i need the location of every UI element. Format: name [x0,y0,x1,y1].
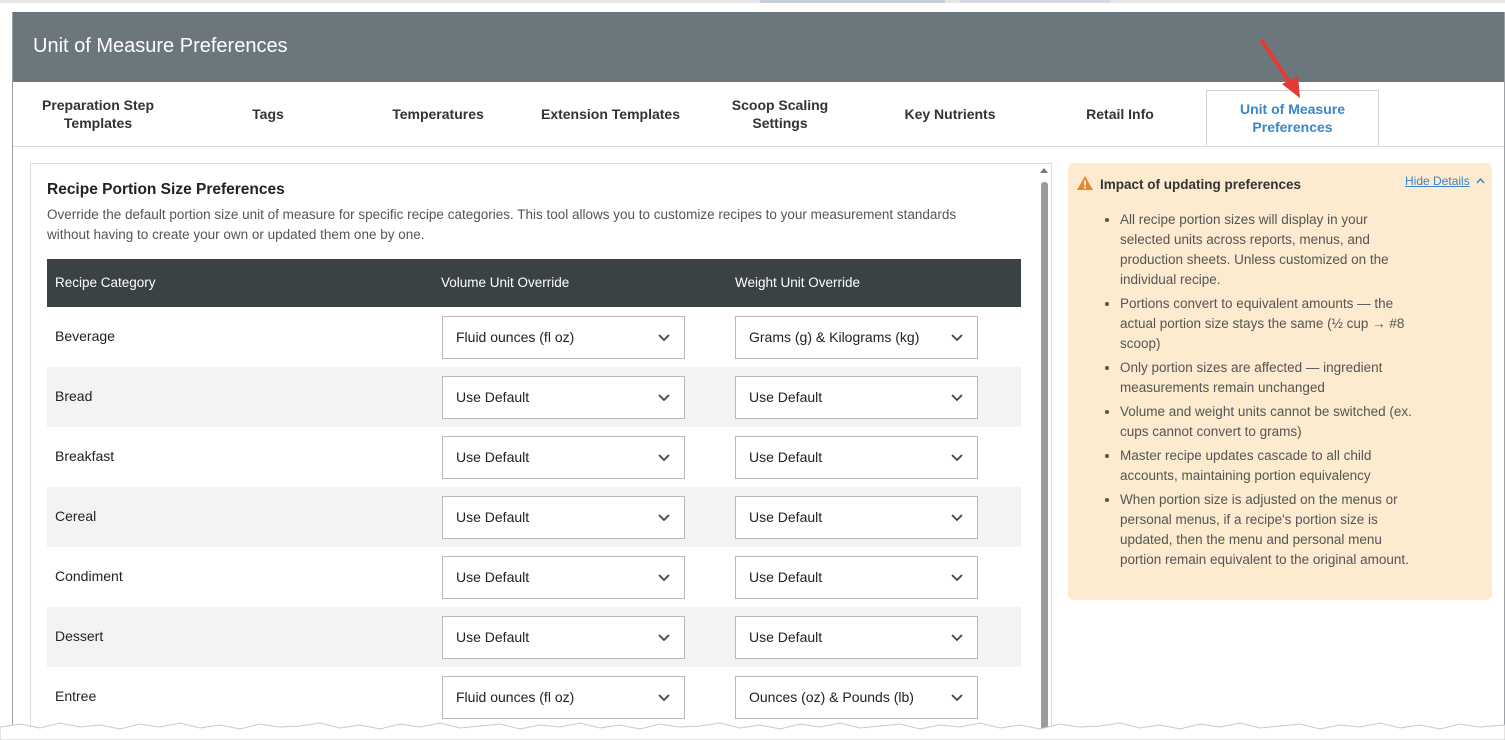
select-value: Use Default [456,629,530,645]
column-header-category: Recipe Category [55,275,156,290]
tab-unit-of-measure-preferences[interactable]: Unit of Measure Preferences [1206,90,1379,146]
warning-triangle-icon [1077,176,1093,190]
category-name: Entree [55,688,97,704]
chevron-down-icon [658,574,670,582]
select-value: Use Default [749,629,823,645]
list-item: When portion size is adjusted on the men… [1120,490,1420,570]
select-value: Use Default [456,509,530,525]
select-value: Use Default [456,449,530,465]
scrollbar-thumb[interactable] [1041,182,1048,740]
list-item: Portions convert to equivalent amounts —… [1120,294,1420,354]
recipe-portion-panel: Recipe Portion Size Preferences Override… [30,163,1052,740]
weight-unit-select[interactable]: Ounces (oz) & Pounds (lb) [735,676,978,719]
tab-label: Tags [252,106,284,122]
info-title: Impact of updating preferences [1100,177,1302,192]
list-item: All recipe portion sizes will display in… [1120,210,1420,290]
chevron-down-icon [658,394,670,402]
weight-unit-select[interactable]: Use Default [735,436,978,479]
select-value: Use Default [749,389,823,405]
select-value: Use Default [749,569,823,585]
chevron-down-icon [658,334,670,342]
chevron-down-icon [951,634,963,642]
volume-unit-select[interactable]: Use Default [442,556,685,599]
tab-label: Retail Info [1086,106,1154,122]
chevron-down-icon [951,694,963,702]
select-value: Ounces (oz) & Pounds (lb) [749,689,914,705]
category-name: Cereal [55,508,97,524]
table-row: Dessert Use Default Use Default [47,607,1021,667]
volume-unit-select[interactable]: Fluid ounces (fl oz) [442,676,685,719]
table-header: Recipe Category Volume Unit Override Wei… [47,259,1021,307]
select-value: Fluid ounces (fl oz) [456,329,575,345]
category-name: Breakfast [55,448,115,464]
weight-unit-select[interactable]: Use Default [735,376,978,419]
category-name: Bread [55,388,93,404]
tab-temperatures[interactable]: Temperatures [358,82,518,146]
tab-extension-templates[interactable]: Extension Templates [528,82,693,146]
volume-unit-select[interactable]: Use Default [442,616,685,659]
tab-label: Preparation Step Templates [41,97,155,131]
tab-preparation-step-templates[interactable]: Preparation Step Templates [18,82,178,146]
section-title: Recipe Portion Size Preferences [47,181,285,198]
category-name: Beverage [55,328,115,344]
preferences-table: Recipe Category Volume Unit Override Wei… [47,259,1021,727]
table-row: Beverage Fluid ounces (fl oz) Grams (g) … [47,307,1021,367]
select-value: Use Default [749,509,823,525]
chevron-down-icon [951,454,963,462]
tab-label: Temperatures [392,106,484,122]
select-value: Fluid ounces (fl oz) [456,689,575,705]
chevron-down-icon [951,334,963,342]
weight-unit-select[interactable]: Grams (g) & Kilograms (kg) [735,316,978,359]
hide-details-link[interactable]: Hide Details [1405,174,1470,188]
chevron-down-icon [658,454,670,462]
table-row: Cereal Use Default Use Default [47,487,1021,547]
torn-edge [0,722,1505,740]
volume-unit-select[interactable]: Use Default [442,376,685,419]
chevron-down-icon [951,394,963,402]
page-title: Unit of Measure Preferences [33,35,288,57]
volume-unit-select[interactable]: Use Default [442,436,685,479]
select-value: Use Default [456,389,530,405]
tab-label: Unit of Measure Preferences [1239,101,1345,135]
chevron-down-icon [951,514,963,522]
list-item: Master recipe updates cascade to all chi… [1120,446,1420,486]
chevron-down-icon [658,634,670,642]
impact-list: All recipe portion sizes will display in… [1098,210,1420,574]
chevron-down-icon [658,694,670,702]
tab-label: Scoop Scaling Settings [731,97,829,131]
tab-retail-info[interactable]: Retail Info [1040,82,1200,146]
weight-unit-select[interactable]: Use Default [735,496,978,539]
chevron-down-icon [658,514,670,522]
list-item: Volume and weight units cannot be switch… [1120,402,1420,442]
select-value: Use Default [456,569,530,585]
tab-key-nutrients[interactable]: Key Nutrients [870,82,1030,146]
red-arrow-icon [1260,39,1300,98]
chevron-down-icon [951,574,963,582]
impact-info-box: Impact of updating preferences Hide Deta… [1068,163,1492,600]
volume-unit-select[interactable]: Use Default [442,496,685,539]
column-header-weight: Weight Unit Override [735,275,861,290]
section-description: Override the default portion size unit o… [47,207,957,242]
column-header-volume: Volume Unit Override [441,275,570,290]
window-top-edge [0,0,1505,3]
table-row: Breakfast Use Default Use Default [47,427,1021,487]
category-name: Dessert [55,628,104,644]
tab-tags[interactable]: Tags [188,82,348,146]
table-row: Condiment Use Default Use Default [47,547,1021,607]
tab-label: Key Nutrients [904,106,996,122]
volume-unit-select[interactable]: Fluid ounces (fl oz) [442,316,685,359]
weight-unit-select[interactable]: Use Default [735,556,978,599]
select-value: Grams (g) & Kilograms (kg) [749,329,920,345]
scroll-up-arrow-icon[interactable] [1040,168,1048,173]
category-name: Condiment [55,568,123,584]
weight-unit-select[interactable]: Use Default [735,616,978,659]
panel-scrollbar[interactable] [1038,164,1050,740]
app-frame: Unit of Measure Preferences Preparation … [12,12,1505,740]
select-value: Use Default [749,449,823,465]
tab-label: Extension Templates [540,106,680,122]
tab-scoop-scaling-settings[interactable]: Scoop Scaling Settings [700,82,860,146]
table-row: Bread Use Default Use Default [47,367,1021,427]
chevron-up-icon[interactable] [1476,177,1485,184]
list-item: Only portion sizes are affected — ingred… [1120,358,1420,398]
